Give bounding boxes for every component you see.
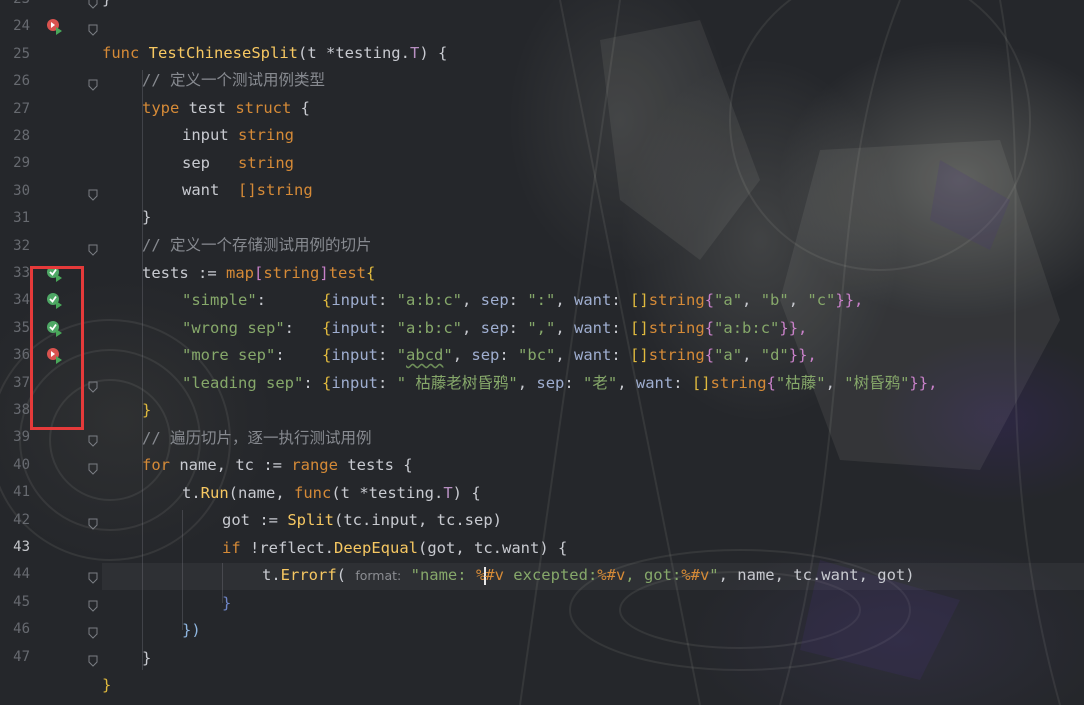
code-line-32: tests := map[string]test{	[142, 264, 376, 282]
code-line-33: "simple": {input: "a:b:c", sep: ":", wan…	[182, 291, 864, 309]
line-number: 45	[13, 593, 30, 610]
code-line-36: "leading sep": {input: " 枯藤老树昏鸦", sep: "…	[182, 374, 938, 392]
line-number: 25	[13, 45, 30, 62]
line-number: 34	[13, 292, 30, 309]
line-number: 32	[13, 237, 30, 254]
fold-marker-icon[interactable]	[88, 21, 98, 37]
line-number: 26	[13, 73, 30, 90]
fold-marker-icon[interactable]	[88, 432, 98, 448]
line-number: 31	[13, 210, 30, 227]
code-line-43: t.Errorf( format: "name: %#v excepted:%#…	[262, 566, 915, 585]
fold-marker-icon[interactable]	[88, 76, 98, 91]
fold-marker-icon[interactable]	[88, 597, 98, 612]
indent-guide	[182, 510, 183, 630]
test-fail-run-icon[interactable]	[46, 18, 64, 36]
code-line-45: })	[182, 621, 201, 639]
code-line-28: sep string	[182, 154, 294, 172]
parameter-hint: format:	[355, 568, 402, 583]
line-number: 24	[13, 18, 30, 35]
code-line-40: t.Run(name, func(t *testing.T) {	[182, 484, 481, 502]
code-line-39: for name, tc := range tests {	[142, 456, 413, 474]
code-line-38: // 遍历切片，逐一执行测试用例	[142, 429, 372, 447]
line-number: 44	[13, 566, 30, 583]
fold-marker-icon[interactable]	[88, 624, 98, 639]
line-number: 23	[0, 0, 30, 7]
code-line-29: want []string	[182, 181, 313, 199]
editor-gutter: 23 24 25 26 27 28 29 30 31 32 33 34 35 36 37 38 39 40 41 42…	[0, 0, 102, 705]
line-number: 38	[13, 402, 30, 418]
code-line-31: // 定义一个存储测试用例的切片	[142, 236, 372, 254]
code-line-34: "wrong sep": {input: "a:b:c", sep: ",", …	[182, 319, 808, 337]
line-number: 42	[13, 511, 30, 528]
code-line-26: type test struct {	[142, 99, 311, 117]
fold-marker-icon[interactable]	[88, 186, 98, 201]
code-line-46: }	[142, 649, 152, 667]
code-line-25: // 定义一个测试用例类型	[142, 71, 325, 89]
line-number: 35	[13, 319, 30, 336]
line-number: 37	[13, 374, 30, 391]
fold-marker-icon[interactable]	[88, 652, 98, 667]
fold-marker-icon[interactable]	[88, 460, 98, 475]
fold-marker-icon[interactable]	[88, 0, 98, 9]
line-number: 29	[13, 155, 30, 172]
code-line-42: if !reflect.DeepEqual(got, tc.want) {	[222, 539, 568, 557]
line-number: 39	[13, 429, 30, 446]
line-number: 40	[13, 456, 30, 473]
line-number: 30	[13, 182, 30, 199]
line-number: 47	[13, 648, 30, 665]
fold-marker-icon[interactable]	[88, 241, 98, 256]
annotation-highlight-box	[30, 266, 84, 430]
fold-marker-icon[interactable]	[88, 515, 98, 530]
line-number: 46	[13, 621, 30, 638]
indent-guide	[142, 70, 143, 670]
line-number: 41	[13, 484, 30, 501]
code-line-44: }	[222, 594, 232, 612]
line-number: 27	[13, 100, 30, 117]
line-number: 33	[13, 265, 30, 281]
code-line-41: got := Split(tc.input, tc.sep)	[222, 511, 503, 529]
code-line-23: }	[102, 0, 111, 13]
line-number: 43	[13, 539, 30, 555]
fold-marker-icon[interactable]	[88, 378, 98, 393]
code-line-47: }	[102, 676, 112, 694]
code-line-27: input string	[182, 126, 294, 144]
code-line-24: func TestChineseSplit(t *testing.T) {	[102, 44, 448, 62]
fold-marker-icon[interactable]	[88, 569, 98, 585]
code-line-30: }	[142, 208, 152, 226]
code-line-35: "more sep": {input: "abcd", sep: "bc", w…	[182, 346, 817, 364]
line-number: 36	[13, 347, 30, 364]
code-line-37: }	[142, 401, 152, 419]
line-number: 28	[13, 128, 30, 144]
